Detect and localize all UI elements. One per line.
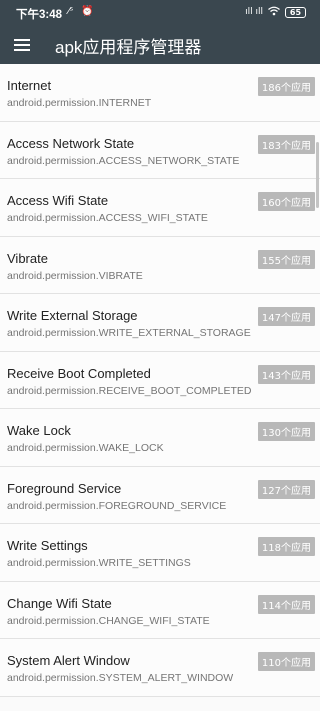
list-item[interactable]: Foreground Service android.permission.FOR…: [0, 466, 320, 524]
hamburger-menu-icon[interactable]: [12, 36, 32, 54]
app-count-badge: 183个应用: [257, 134, 315, 154]
list-item[interactable]: Vibrate android.permission.VIBRATE 155个应用: [0, 236, 320, 294]
list-item[interactable]: Internet android.permission.INTERNET 186个应…: [0, 64, 320, 122]
app-count-badge: 130个应用: [257, 422, 315, 441]
status-indicators: ıll ıll 65: [245, 6, 306, 18]
app-count-badge: 118个应用: [257, 537, 315, 556]
app-bar: apk应用程序管理器: [0, 26, 320, 64]
permission-name: Write External Storage: [7, 308, 138, 323]
status-bar: 下午3:48 ⁄ˢ ⏰ ıll ıll 65: [0, 0, 320, 26]
app-count-badge: 147个应用: [257, 307, 315, 326]
permission-id: android.permission.WRITE_SETTINGS: [7, 557, 191, 569]
list-item[interactable]: System Alert Window android.permission.SY…: [0, 639, 320, 697]
top-bar: 下午3:48 ⁄ˢ ⏰ ıll ıll 65 apk应用程序管理器: [0, 0, 320, 64]
permission-list[interactable]: Internet android.permission.INTERNET 186个应…: [0, 64, 320, 711]
permission-name: Internet: [7, 78, 52, 93]
permission-id: android.permission.CHANGE_WIFI_STATE: [7, 614, 210, 627]
list-item[interactable]: Wake Lock android.permission.WAKE_LOCK 130…: [0, 409, 320, 467]
scrollbar[interactable]: [316, 142, 319, 208]
app-count-badge: 127个应用: [257, 479, 315, 499]
permission-name: Access Network State: [7, 135, 135, 151]
app-count-badge: 143个应用: [257, 364, 315, 384]
page-title: apk应用程序管理器: [55, 38, 202, 57]
permission-name: Wake Lock: [7, 423, 71, 438]
permission-name: Foreground Service: [7, 480, 122, 496]
permission-id: android.permission.ACCESS_NETWORK_STATE: [7, 154, 240, 167]
wifi-icon: [268, 6, 280, 19]
app-count-badge: 110个应用: [257, 652, 315, 671]
list-item[interactable]: Access Wifi State android.permission.ACCE…: [0, 179, 320, 237]
list-item[interactable]: Write External Storage android.permission…: [0, 294, 320, 352]
permission-id: android.permission.FOREGROUND_SERVICE: [7, 499, 227, 512]
permission-id: android.permission.WRITE_EXTERNAL_STORAG…: [7, 327, 251, 339]
permission-id: android.permission.SYSTEM_ALERT_WINDOW: [7, 672, 234, 684]
app-count-badge: 155个应用: [257, 249, 315, 269]
battery-icon: 65: [285, 6, 306, 18]
list-item[interactable]: Receive Boot Completed android.permission…: [0, 351, 320, 409]
data-off-icon: ⁄ˢ: [68, 6, 74, 17]
permission-id: android.permission.INTERNET: [7, 97, 152, 109]
app-count-badge: 114个应用: [257, 594, 315, 614]
permission-id: android.permission.WAKE_LOCK: [7, 442, 164, 454]
permission-name: Write Settings: [7, 538, 88, 553]
list-item[interactable]: Access Network State android.permission.A…: [0, 121, 320, 179]
signal-icon: ıll ıll: [245, 7, 263, 17]
permission-name: Access Wifi State: [7, 193, 109, 208]
permission-id: android.permission.VIBRATE: [7, 269, 143, 282]
permission-name: Change Wifi State: [7, 595, 112, 611]
permission-name: Vibrate: [7, 250, 48, 266]
permission-id: android.permission.RECEIVE_BOOT_COMPLETE…: [7, 384, 252, 397]
permission-name: Receive Boot Completed: [7, 365, 151, 381]
list-item[interactable]: Write Settings android.permission.WRITE_S…: [0, 524, 320, 582]
permission-id: android.permission.ACCESS_WIFI_STATE: [7, 212, 208, 224]
permission-name: System Alert Window: [7, 653, 130, 668]
status-time: 下午3:48: [16, 9, 63, 21]
app-count-badge: 160个应用: [257, 192, 315, 211]
list-item[interactable]: Change Wifi State android.permission.CHAN…: [0, 581, 320, 639]
alarm-icon: ⏰: [81, 6, 94, 17]
app-count-badge: 186个应用: [257, 77, 315, 96]
